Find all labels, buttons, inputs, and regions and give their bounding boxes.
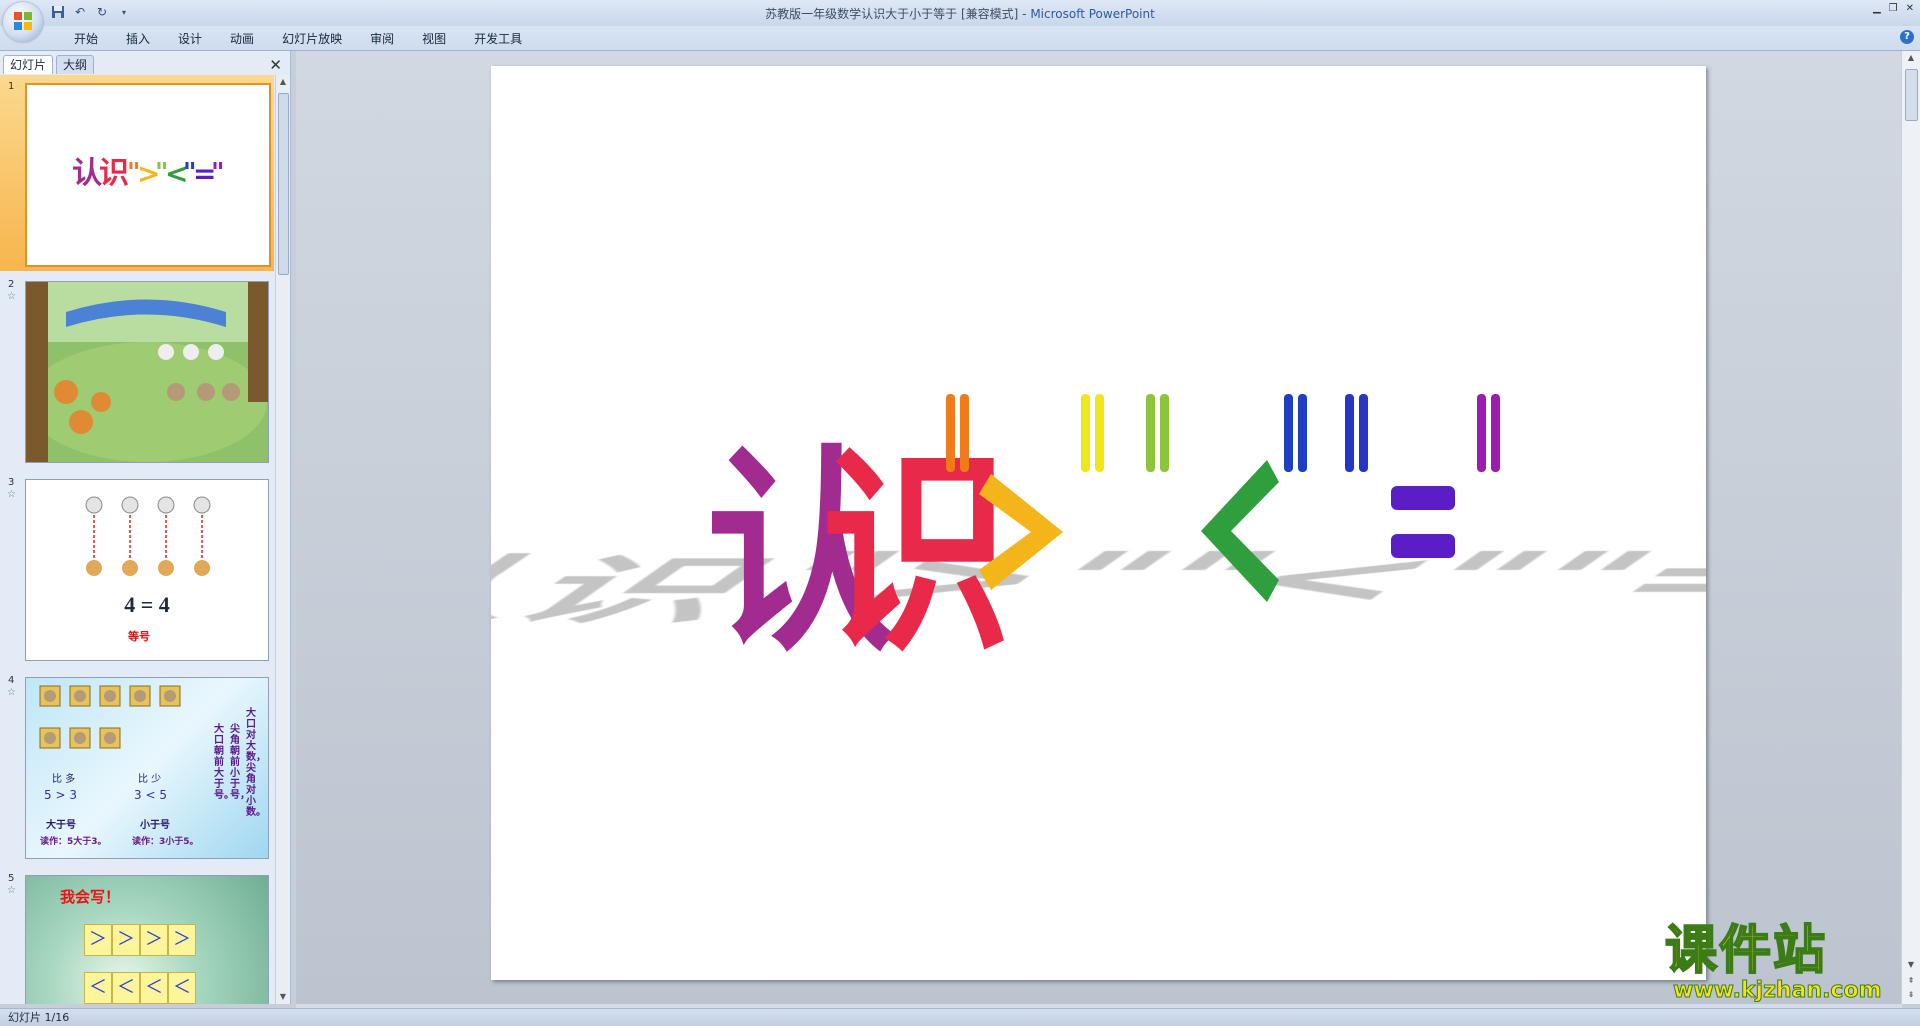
title-bar: ↶ ↻ ▾ 苏教版一年级数学认识大于小于等于 [兼容模式] - Microsof… [0, 0, 1920, 26]
site-watermark-logo: 课件站 www.kjzhan.com [1664, 921, 1905, 1003]
thumb4-lt-name: 小于号 [140, 820, 170, 831]
restore-icon[interactable]: ❐ [1889, 3, 1898, 14]
thumb4-read-lt: 读作：3小于5。 [132, 837, 199, 847]
thumbnail-slide-3[interactable]: 3 ☆ 4 = 4 等号 [0, 471, 274, 667]
slide-number: 4 [8, 675, 15, 686]
lt-cell: ＜ [140, 972, 168, 1004]
scroll-thumb[interactable] [1905, 69, 1918, 121]
svg-text:认: 认 [72, 156, 102, 191]
tab-slides[interactable]: 幻灯片 [3, 55, 54, 74]
animation-star-icon: ☆ [7, 885, 16, 896]
thumbnail-slide-5[interactable]: 5 ☆ 我会写！ ＞ ＞ ＞ ＞ ＜ ＜ ＜ ＜ [0, 867, 274, 1004]
thumb4-gt-expr: 5 > 3 [44, 788, 77, 802]
slide-number: 1 [8, 81, 15, 92]
scroll-down-icon[interactable]: ▼ [278, 992, 288, 1002]
slide-counter: 幻灯片 1/16 [8, 1011, 70, 1024]
thumb4-gt-name: 大于号 [46, 820, 76, 831]
scroll-thumb[interactable] [278, 93, 289, 275]
slide-thumbnail-pane: 幻灯片 大纲 ✕ 1 认 识 " > " < " = " 2 ☆ 3 ☆ 4 =… [0, 51, 291, 1004]
wordart-equals [1391, 486, 1455, 558]
thumb5-gt-row: ＞ ＞ ＞ ＞ [84, 924, 196, 956]
animation-star-icon: ☆ [7, 489, 16, 500]
gt-cell: ＞ [84, 924, 112, 956]
slide-wordart: 认识 ">""<""= 认 识 [266, 394, 1857, 682]
slide-number: 5 [8, 873, 15, 884]
thumbnail-image [25, 281, 269, 463]
thumb5-lt-row: ＜ ＜ ＜ ＜ [84, 972, 196, 1004]
tab-developer[interactable]: 开发工具 [460, 30, 536, 48]
animation-star-icon: ☆ [7, 687, 16, 698]
thumb3-art [85, 496, 211, 576]
wordart-quote-6 [1477, 394, 1500, 472]
gt-cell: ＞ [112, 924, 140, 956]
scroll-down-icon[interactable]: ▼ [1906, 960, 1916, 970]
thumb4-rhyme-1: 大口对大数，尖角对小数。 [246, 708, 266, 818]
thumb4-more: 比 多 [52, 774, 76, 785]
close-pane-icon[interactable]: ✕ [269, 56, 282, 74]
thumb2-forest-scene [26, 282, 268, 462]
thumb4-read-gt: 读作：5大于3。 [40, 837, 107, 847]
window-title: 苏教版一年级数学认识大于小于等于 [兼容模式] - Microsoft Powe… [0, 5, 1920, 22]
lt-cell: ＜ [168, 972, 196, 1004]
slide-number: 3 [8, 477, 15, 488]
wordart-shadow: 认识 ">""<""= [266, 537, 1857, 633]
wordart-quote-5 [1345, 394, 1368, 472]
lt-cell: ＜ [84, 972, 112, 1004]
watermark-url: www.kjzhan.com [1673, 978, 1883, 1003]
document-title: 苏教版一年级数学认识大于小于等于 [兼容模式] - [765, 7, 1031, 21]
tab-animations[interactable]: 动画 [216, 30, 268, 48]
office-button[interactable] [3, 2, 43, 42]
scroll-up-icon[interactable]: ▲ [278, 77, 288, 87]
thumb4-rhyme-3: 大口朝前大于号。 [214, 724, 234, 801]
wordart-quote-3 [1146, 394, 1169, 472]
help-icon[interactable]: ? [1900, 30, 1914, 44]
thumb5-title: 我会写！ [60, 888, 121, 906]
tab-view[interactable]: 视图 [408, 30, 460, 48]
thumbnail-scrollbar[interactable]: ▲ ▼ [275, 75, 290, 1004]
gt-cell: ＞ [168, 924, 196, 956]
thumbnail-image: 我会写！ ＞ ＞ ＞ ＞ ＜ ＜ ＜ ＜ [25, 875, 269, 1004]
previous-slide-icon[interactable]: ⇞ [1906, 976, 1916, 986]
thumbnail-slide-4[interactable]: 4 ☆ 比 多 比 少 5 > 3 3 < 5 大于号 小于号 读作：5大于3。… [0, 669, 274, 865]
thumb4-less: 比 少 [138, 774, 162, 785]
next-slide-icon[interactable]: ⇟ [1906, 990, 1916, 1000]
wordart-char-shi: 识 [821, 428, 1011, 682]
thumbnail-image: 4 = 4 等号 [25, 479, 269, 661]
thumbnail-image: 比 多 比 少 5 > 3 3 < 5 大于号 小于号 读作：5大于3。 读作：… [25, 677, 269, 859]
scroll-up-icon[interactable]: ▲ [1906, 53, 1916, 63]
tab-review[interactable]: 审阅 [356, 30, 408, 48]
lt-cell: ＜ [112, 972, 140, 1004]
thumbnail-image: 认 识 " > " < " = " [25, 83, 271, 267]
status-bar: 幻灯片 1/16 [0, 1008, 1920, 1026]
gt-cell: ＞ [140, 924, 168, 956]
window-controls: ▁ ❐ ✕ [1873, 3, 1914, 14]
slide-number: 2 [8, 279, 15, 290]
thumb3-equation: 4 = 4 [124, 592, 170, 617]
tab-home[interactable]: 开始 [60, 30, 112, 48]
office-logo-icon [14, 12, 32, 30]
wordart-quote-2 [1081, 394, 1104, 472]
minimize-icon[interactable]: ▁ [1873, 3, 1881, 14]
tab-outline[interactable]: 大纲 [56, 55, 95, 74]
close-icon[interactable]: ✕ [1906, 3, 1914, 14]
animation-star-icon: ☆ [7, 291, 16, 302]
thumbnail-slide-1[interactable]: 1 认 识 " > " < " = " [0, 75, 274, 271]
current-slide[interactable]: 认识 ">""<""= 认 识 [266, 66, 1857, 980]
tab-slideshow[interactable]: 幻灯片放映 [268, 30, 356, 48]
svg-text:": " [211, 158, 225, 188]
thumb4-lt-expr: 3 < 5 [134, 788, 167, 802]
slide-editor: 认识 ">""<""= 认 识 [266, 51, 1902, 1004]
ribbon-tab-bar: 开始 插入 设计 动画 幻灯片放映 审阅 视图 开发工具 ? [0, 26, 1920, 51]
thumb1-art: 认 识 " > " < " = " [72, 156, 225, 191]
tab-insert[interactable]: 插入 [112, 30, 164, 48]
editor-scrollbar[interactable]: ▲ ▼ ⇞ ⇟ [1901, 51, 1920, 1004]
thumbnail-slide-2[interactable]: 2 ☆ [0, 273, 274, 469]
tab-design[interactable]: 设计 [164, 30, 216, 48]
app-name: Microsoft PowerPoint [1030, 7, 1155, 21]
watermark-cn: 课件站 [1664, 921, 1828, 981]
thumb3-label: 等号 [128, 630, 150, 643]
wordart-quote-4 [1284, 394, 1307, 472]
thumbnail-list: 1 认 识 " > " < " = " 2 ☆ 3 ☆ 4 = 4 等号 4 ☆… [0, 75, 274, 1004]
svg-text:识: 识 [99, 156, 129, 191]
